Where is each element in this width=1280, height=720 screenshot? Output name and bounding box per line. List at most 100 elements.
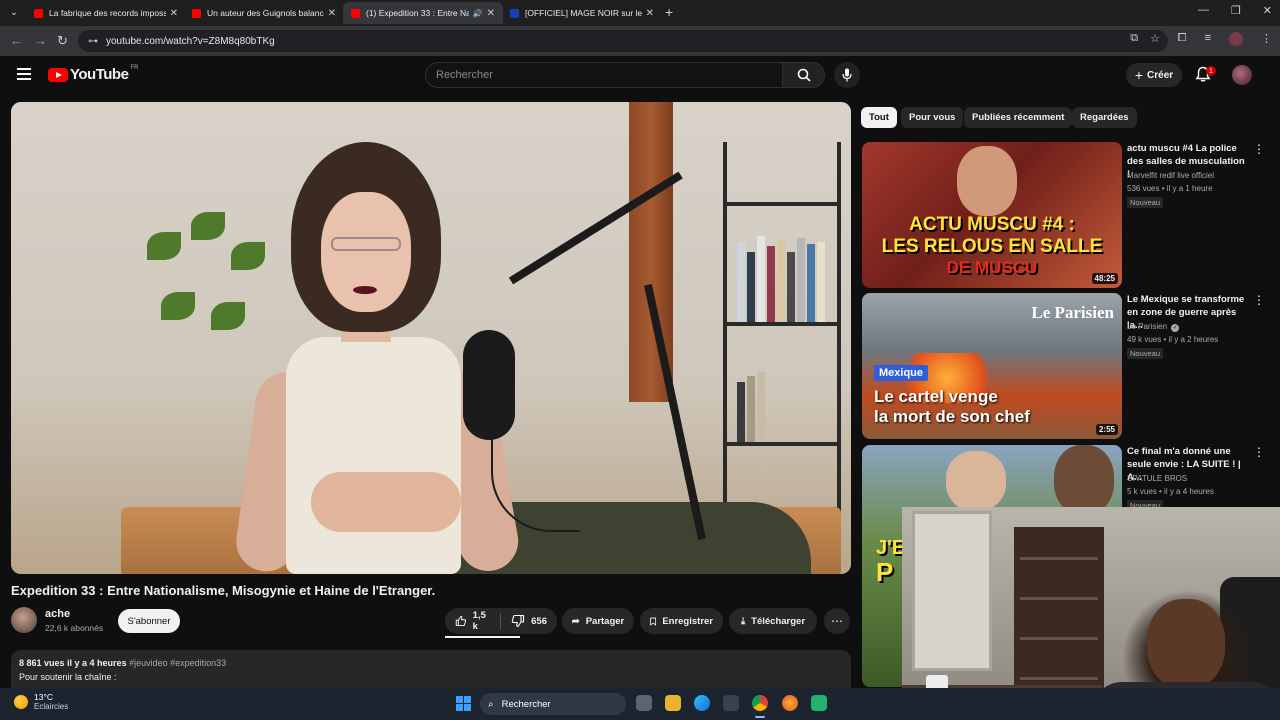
reload-icon[interactable]: ↻ bbox=[57, 33, 68, 49]
account-avatar[interactable] bbox=[1232, 65, 1252, 85]
task-view-icon[interactable] bbox=[636, 695, 652, 711]
voice-search-button[interactable] bbox=[834, 62, 860, 88]
bookmark-star-icon[interactable]: ☆ bbox=[1150, 32, 1160, 45]
new-tab-icon[interactable]: + bbox=[665, 4, 673, 20]
hashtags[interactable]: #jeuvideo #expedition33 bbox=[129, 658, 226, 668]
thumbs-down-icon bbox=[511, 614, 525, 628]
browser-tab-1[interactable]: La fabrique des records imposs ✕ bbox=[26, 2, 186, 24]
youtube-favicon-icon bbox=[34, 8, 43, 18]
chip-pour-vous[interactable]: Pour vous bbox=[901, 107, 964, 128]
share-button[interactable]: ➦ Partager bbox=[562, 608, 634, 634]
recommendation-channel-2[interactable]: Le Parisien ✓ bbox=[1127, 322, 1180, 332]
create-button[interactable]: + Créer bbox=[1126, 63, 1182, 87]
close-tab-icon[interactable]: ✕ bbox=[646, 8, 654, 19]
like-count: 1,5 k bbox=[472, 610, 486, 632]
video-duration: 48:25 bbox=[1091, 273, 1118, 284]
search-input[interactable]: Rechercher bbox=[425, 62, 783, 88]
webcam-streamer bbox=[1147, 599, 1225, 689]
maximize-icon[interactable]: ❐ bbox=[1231, 4, 1241, 17]
edge-browser-icon[interactable] bbox=[694, 695, 710, 711]
recommendation-channel-3[interactable]: SPATULE BROS bbox=[1127, 474, 1187, 483]
youtube-logo[interactable]: YouTube FR bbox=[48, 64, 139, 83]
recommendation-thumbnail-1[interactable]: ACTU MUSCU #4 : LES RELOUS EN SALLE DE M… bbox=[862, 142, 1122, 288]
description-text: Pour soutenir la chaîne : bbox=[19, 672, 117, 682]
dislike-count: 656 bbox=[531, 615, 547, 627]
speaker-icon[interactable]: 🔊 bbox=[473, 9, 483, 18]
minimize-icon[interactable]: — bbox=[1198, 4, 1209, 17]
thumbnail-text: DE MUSCU bbox=[946, 258, 1038, 277]
search-button[interactable] bbox=[783, 62, 825, 88]
back-icon[interactable]: ← bbox=[10, 33, 23, 48]
verified-check-icon: ✓ bbox=[1171, 324, 1180, 332]
app-icon[interactable] bbox=[811, 695, 827, 711]
chrome-browser-icon[interactable] bbox=[752, 695, 768, 711]
save-label: Enregistrer bbox=[662, 615, 713, 627]
video-player[interactable] bbox=[11, 102, 851, 574]
chip-regardees[interactable]: Regardées bbox=[1072, 107, 1137, 128]
window-controls: — ❐ ✕ bbox=[1198, 4, 1272, 17]
youtube-play-logo-icon bbox=[48, 67, 68, 82]
like-button[interactable]: 1,5 k bbox=[445, 608, 500, 634]
firefox-icon[interactable] bbox=[782, 695, 798, 711]
recommendation-channel-1[interactable]: Marvelfit redif live officiel bbox=[1127, 171, 1214, 180]
address-bar[interactable]: ⊶ youtube.com/watch?v=Z8M8q80bTKg bbox=[78, 30, 1168, 52]
channel-name[interactable]: ache bbox=[45, 608, 70, 620]
subscribe-button[interactable]: S'abonner bbox=[118, 609, 180, 633]
extensions-icon[interactable]: ⧠ bbox=[1178, 32, 1187, 46]
close-tab-icon[interactable]: ✕ bbox=[328, 8, 336, 19]
weather-temperature: 13°C bbox=[34, 692, 53, 702]
browser-tab-2[interactable]: Un auteur des Guignols balanc ✕ bbox=[184, 2, 344, 24]
tab-search-icon[interactable]: ⌄ bbox=[6, 4, 22, 20]
windows-start-icon[interactable] bbox=[456, 696, 471, 711]
more-actions-icon[interactable]: ⋯ bbox=[824, 608, 850, 634]
video-frame-shelf bbox=[723, 142, 841, 552]
channel-avatar[interactable] bbox=[11, 607, 37, 633]
browser-tab-4[interactable]: [OFFICIEL] MAGE NOIR sur le fil ✕ bbox=[502, 2, 662, 24]
recommendation-thumbnail-2[interactable]: Le Parisien Mexique Le cartel venge la m… bbox=[862, 293, 1122, 439]
youtube-favicon-icon bbox=[351, 8, 360, 18]
store-icon[interactable] bbox=[723, 695, 739, 711]
close-tab-icon[interactable]: ✕ bbox=[487, 8, 495, 19]
file-explorer-icon[interactable] bbox=[665, 695, 681, 711]
browser-tab-bar: ⌄ La fabrique des records imposs ✕ Un au… bbox=[0, 0, 1280, 26]
plus-icon: + bbox=[1134, 67, 1144, 83]
profile-avatar-icon[interactable] bbox=[1229, 32, 1243, 46]
like-dislike-group: 1,5 k 656 bbox=[445, 608, 557, 634]
forward-icon[interactable]: → bbox=[34, 33, 47, 48]
country-code: FR bbox=[130, 64, 139, 71]
close-tab-icon[interactable]: ✕ bbox=[170, 8, 178, 19]
menu-hamburger-icon[interactable] bbox=[17, 68, 31, 80]
save-button[interactable]: Enregistrer bbox=[640, 608, 723, 634]
thumbnail-person bbox=[946, 451, 1006, 511]
active-app-indicator bbox=[755, 716, 765, 718]
more-options-icon[interactable]: ⋮ bbox=[1253, 293, 1265, 307]
thumbnail-person bbox=[957, 146, 1017, 216]
media-controls-icon[interactable]: ≡ bbox=[1205, 32, 1211, 46]
browser-menu-icon[interactable]: ⋮ bbox=[1261, 32, 1272, 46]
new-badge: Nouveau bbox=[1127, 197, 1164, 208]
close-window-icon[interactable]: ✕ bbox=[1263, 4, 1272, 17]
chip-publiees-recemment[interactable]: Publiées récemment bbox=[964, 107, 1073, 128]
search-icon: ⌕ bbox=[488, 698, 494, 710]
install-app-icon[interactable]: ⧉ bbox=[1130, 32, 1138, 45]
channel-name: Le Parisien bbox=[1127, 322, 1168, 331]
description-box[interactable]: 8 861 vues il y a 4 heures #jeuvideo #ex… bbox=[11, 650, 851, 690]
download-label: Télécharger bbox=[751, 615, 806, 627]
create-label: Créer bbox=[1147, 69, 1174, 81]
site-info-icon[interactable]: ⊶ bbox=[88, 36, 98, 47]
chip-tout[interactable]: Tout bbox=[861, 107, 897, 128]
thumbnail-text: la mort de son chef bbox=[874, 407, 1030, 426]
dislike-button[interactable]: 656 bbox=[501, 608, 557, 634]
more-options-icon[interactable]: ⋮ bbox=[1253, 142, 1265, 156]
webcam-background-door bbox=[912, 511, 992, 671]
recommendation-stats-1: 536 vues • il y a 1 heure bbox=[1127, 184, 1213, 193]
more-options-icon[interactable]: ⋮ bbox=[1253, 445, 1265, 459]
tab-title: Un auteur des Guignols balanc bbox=[207, 8, 324, 18]
browser-tab-3-active[interactable]: (1) Expedition 33 : Entre Na 🔊 ✕ bbox=[343, 2, 503, 24]
weather-widget[interactable]: 13°C Eclaircies bbox=[14, 692, 68, 711]
taskbar-search[interactable]: ⌕ Rechercher bbox=[480, 693, 626, 715]
thumbnail-tag: Mexique bbox=[874, 365, 929, 381]
site-favicon-icon bbox=[510, 8, 519, 18]
video-title: Expedition 33 : Entre Nationalisme, Miso… bbox=[11, 583, 436, 598]
download-button[interactable]: ⤓ Télécharger bbox=[729, 608, 817, 634]
